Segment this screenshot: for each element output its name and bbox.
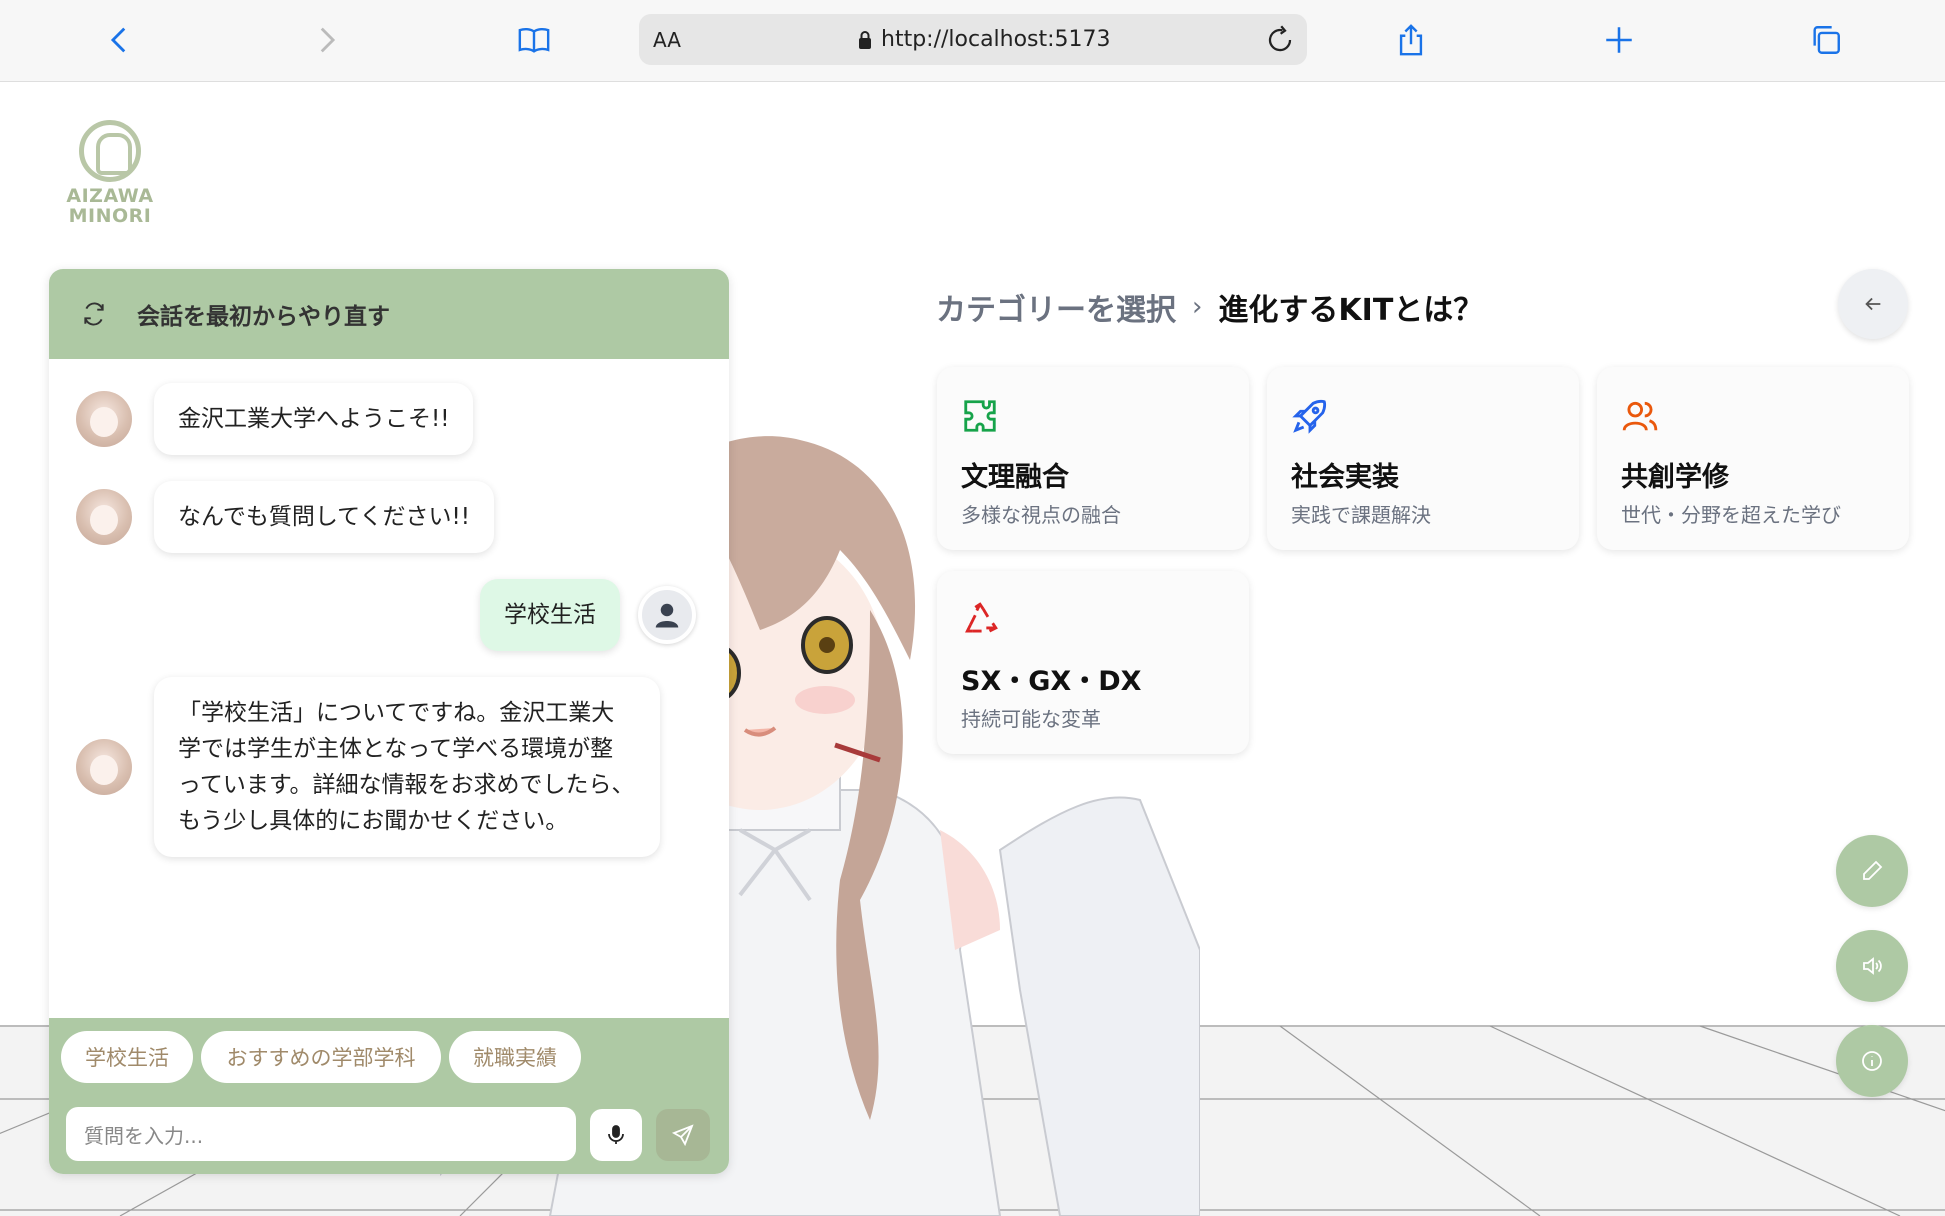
speaker-icon [1863,957,1882,975]
category-card[interactable]: 社会実装 実践で課題解決 [1267,367,1579,550]
arrow-left-icon [1865,297,1881,311]
share-icon[interactable] [1389,18,1433,62]
user-message: 学校生活 [480,579,620,651]
logo-line-1: AIZAWA [66,185,154,207]
text-size-button[interactable]: AA [653,28,681,52]
list-item: 「学校生活」についてですね。金沢工業大学では学生が主体となって学べる環境が整って… [76,677,660,857]
question-input[interactable]: 質問を入力... [66,1107,576,1161]
bot-avatar [76,739,132,795]
card-subtitle: 実践で課題解決 [1291,503,1431,527]
url-text: http://localhost:5173 [881,27,1111,52]
card-subtitle: 世代・分野を超えた学び [1621,503,1841,527]
puzzle-icon [964,400,996,432]
new-tab-icon[interactable] [1597,18,1641,62]
list-item: なんでも質問してください!! [76,481,494,553]
suggestion-chip[interactable]: おすすめの学部学科 [201,1031,441,1083]
tabs-overview-icon[interactable] [1804,18,1848,62]
pen-icon [1863,860,1883,880]
chat-panel: 会話を最初からやり直す 金沢工業大学へようこそ!! なんでも質問してください!!… [49,269,729,1174]
breadcrumb: カテゴリーを選択 › 進化するKITとは？ [936,284,1483,330]
lock-icon [859,30,871,49]
info-icon [1862,1051,1882,1071]
suggestion-chip[interactable]: 就職実績 [449,1031,581,1083]
bot-avatar [76,391,132,447]
logo-mark-icon [79,120,141,182]
back-button[interactable] [1838,269,1908,339]
edit-button[interactable] [1836,835,1908,907]
category-card[interactable]: 文理融合 多様な視点の融合 [937,367,1249,550]
aizawa-minori-logo: AIZAWA MINORI [60,120,160,230]
list-item: 金沢工業大学へようこそ!! [76,383,474,455]
user-avatar-icon [638,586,696,644]
breadcrumb-parent[interactable]: カテゴリーを選択 [936,285,1176,329]
card-title: 共創学修 [1621,462,1729,493]
mic-button[interactable] [590,1109,642,1161]
bookmarks-icon[interactable] [512,18,556,62]
card-subtitle: 多様な視点の融合 [961,503,1121,527]
breadcrumb-current: 進化するKITとは？ [1218,293,1484,328]
category-card[interactable]: SX・GX・DX 持続可能な変革 [937,571,1249,754]
forward-icon[interactable] [304,18,348,62]
bot-message: なんでも質問してください!! [154,481,494,553]
users-icon [1622,401,1658,431]
recycle-icon [965,602,998,633]
bot-avatar [76,489,132,545]
chevron-right-icon: › [1192,292,1203,322]
back-icon[interactable] [98,18,142,62]
browser-toolbar: AA http://localhost:5173 [0,0,1945,82]
logo-line-2: MINORI [68,205,152,227]
bot-message: 金沢工業大学へようこそ!! [154,383,474,455]
info-button[interactable] [1836,1025,1908,1097]
restart-label: 会話を最初からやり直す [137,304,390,330]
bot-message: 「学校生活」についてですね。金沢工業大学では学生が主体となって学べる環境が整って… [154,677,660,857]
send-button[interactable] [656,1109,710,1161]
card-title: SX・GX・DX [961,666,1142,697]
category-card[interactable]: 共創学修 世代・分野を超えた学び [1597,367,1909,550]
card-title: 社会実装 [1291,462,1399,493]
reload-icon[interactable] [1265,25,1295,55]
card-subtitle: 持続可能な変革 [961,707,1101,731]
suggestion-chip[interactable]: 学校生活 [61,1031,193,1083]
chat-footer: 学校生活 おすすめの学部学科 就職実績 質問を入力... [49,1018,729,1174]
address-bar[interactable]: AA http://localhost:5173 [639,14,1307,65]
microphone-icon [608,1125,624,1144]
refresh-icon [84,302,104,326]
restart-conversation-button[interactable]: 会話を最初からやり直す [49,269,729,359]
rocket-icon [1292,399,1327,434]
send-icon [671,1124,694,1147]
card-title: 文理融合 [961,462,1069,493]
list-item: 学校生活 [480,579,696,651]
volume-button[interactable] [1836,930,1908,1002]
